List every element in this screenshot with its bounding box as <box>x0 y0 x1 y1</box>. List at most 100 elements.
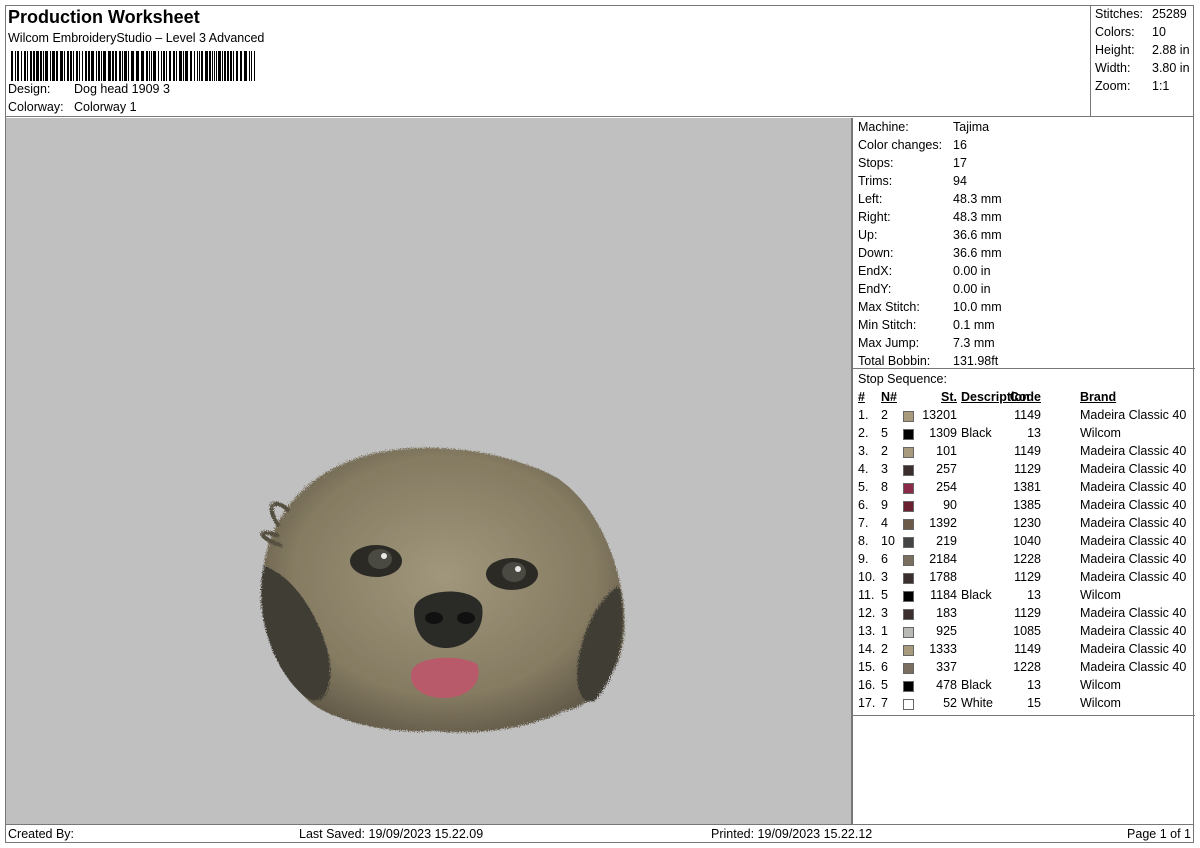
machine-info-label: Max Jump: <box>858 336 920 350</box>
worksheet-footer: Created By: Last Saved: 19/09/2023 15.22… <box>5 824 1194 843</box>
machine-info-row: Down: 36.6 mm <box>858 246 1002 260</box>
color-swatch <box>903 483 914 494</box>
machine-info-row: Trims: 94 <box>858 174 967 188</box>
needle-number: 4 <box>881 516 888 530</box>
colorway-row: Colorway: Colorway 1 <box>8 100 137 114</box>
machine-info-value: 7.3 mm <box>953 336 995 350</box>
stop-number: 13. <box>858 624 876 638</box>
machine-info-label: Machine: <box>858 120 909 134</box>
zoom-label: Zoom: <box>1095 79 1131 93</box>
stitch-count: 257 <box>936 462 957 476</box>
stitch-count: 183 <box>936 606 957 620</box>
width-label: Width: <box>1095 61 1131 75</box>
stop-number: 6. <box>858 498 869 512</box>
needle-number: 7 <box>881 696 888 710</box>
stop-number: 4. <box>858 462 869 476</box>
thread-brand: Wilcom <box>1080 678 1121 692</box>
needle-number: 2 <box>881 444 888 458</box>
color-code: 1129 <box>1014 570 1041 584</box>
machine-info-panel: Machine: Tajima Color changes: 16 Stops: 1 7 Tr… <box>852 118 1195 824</box>
color-swatch <box>903 555 914 566</box>
table-row: 3. 2 101 1149 Madeira Classic 40 <box>853 444 1195 462</box>
stitch-count: 13201 <box>922 408 957 422</box>
stop-number: 2. <box>858 426 869 440</box>
needle-number: 9 <box>881 498 888 512</box>
zoom-value: 1:1 <box>1152 79 1170 93</box>
color-swatch <box>903 429 914 440</box>
machine-info-value: 131.98ft <box>953 354 999 368</box>
thread-brand: Madeira Classic 40 <box>1080 480 1187 494</box>
machine-info-label: Max Stitch: <box>858 300 920 314</box>
stop-number: 9. <box>858 552 869 566</box>
needle-number: 2 <box>881 642 888 656</box>
machine-info-value: 0.1 mm <box>953 318 995 332</box>
table-row: 13. 1 925 1085 Madeira Classic 40 <box>853 624 1195 642</box>
table-row: 6. 9 90 1385 Madeira Classic 40 <box>853 498 1195 516</box>
table-header-row: # N# St. Description Code Brand <box>853 390 1195 408</box>
divider <box>853 715 1195 716</box>
stitch-count: 1392 <box>929 516 957 530</box>
divider <box>853 368 1195 369</box>
height-label: Height: <box>1095 43 1135 57</box>
created-by: Created By: <box>8 827 75 841</box>
machine-info-value: 94 <box>953 174 967 188</box>
machine-info-label: Min Stitch: <box>858 318 917 332</box>
color-code: 1381 <box>1013 480 1041 494</box>
machine-info-row: EndY: 0.00 in <box>858 282 991 296</box>
needle-number: 2 <box>881 408 888 422</box>
needle-number: 8 <box>881 480 888 494</box>
thread-brand: Madeira Classic 40 <box>1080 498 1187 512</box>
machine-info-label: EndX: <box>858 264 893 278</box>
summary-panel: Stitches: 25289 Colors: 10 Height: 2.88 in … <box>1091 5 1194 117</box>
table-row: 9. 6 2184 1228 Madeira Classic 40 <box>853 552 1195 570</box>
color-swatch <box>903 411 914 422</box>
color-swatch <box>903 447 914 458</box>
stitch-count: 101 <box>936 444 957 458</box>
thread-brand: Madeira Classic 40 <box>1080 642 1187 656</box>
stitch-count: 254 <box>936 480 957 494</box>
table-row: 8. 10 219 1040 Madeira Classic 40 <box>853 534 1195 552</box>
thread-brand: Madeira Classic 40 <box>1080 606 1187 620</box>
machine-info-row: Machine: Tajima <box>858 120 989 134</box>
stop-number: 16. <box>858 678 876 692</box>
stitch-count: 2184 <box>929 552 957 566</box>
machine-info-label: Up: <box>858 228 878 242</box>
needle-number: 6 <box>881 660 888 674</box>
stitch-count: 219 <box>936 534 957 548</box>
machine-info-value: 10.0 mm <box>953 300 1002 314</box>
machine-info-row: EndX: 0.00 in <box>858 264 991 278</box>
stitch-count: 1788 <box>929 570 957 584</box>
machine-info-row: Color changes: 16 <box>858 138 967 152</box>
machine-info-label: Stops: <box>858 156 894 170</box>
stop-number: 14. <box>858 642 876 656</box>
machine-info-row: Max Stitch: 10.0 mm <box>858 300 1002 314</box>
color-swatch <box>903 663 914 674</box>
color-code: 15 <box>1027 696 1041 710</box>
stop-number: 8. <box>858 534 869 548</box>
needle-number: 10 <box>881 534 895 548</box>
machine-info-label: Down: <box>858 246 894 260</box>
col-header-needle: N# <box>881 390 897 404</box>
needle-number: 1 <box>881 624 888 638</box>
machine-info-label: Left: <box>858 192 883 206</box>
color-code: 1129 <box>1014 462 1041 476</box>
thread-brand: Madeira Classic 40 <box>1080 660 1187 674</box>
color-description: Black <box>961 678 992 692</box>
color-code: 1085 <box>1013 624 1041 638</box>
col-header-stitches: St. <box>941 390 957 404</box>
needle-number: 5 <box>881 426 888 440</box>
color-code: 1149 <box>1014 642 1041 656</box>
color-swatch <box>903 465 914 476</box>
needle-number: 5 <box>881 678 888 692</box>
colorway-value: Colorway 1 <box>74 100 137 114</box>
color-code: 1149 <box>1014 408 1041 422</box>
design-preview <box>6 118 852 824</box>
colors-value: 10 <box>1152 25 1166 39</box>
stitch-count: 925 <box>936 624 957 638</box>
stitch-count: 1309 <box>929 426 957 440</box>
stitch-count: 1184 <box>930 588 957 602</box>
stop-number: 7. <box>858 516 869 530</box>
machine-info-label: EndY: <box>858 282 892 296</box>
color-description: Black <box>961 426 992 440</box>
worksheet-header: Production Worksheet Wilcom EmbroiderySt… <box>5 5 1091 117</box>
